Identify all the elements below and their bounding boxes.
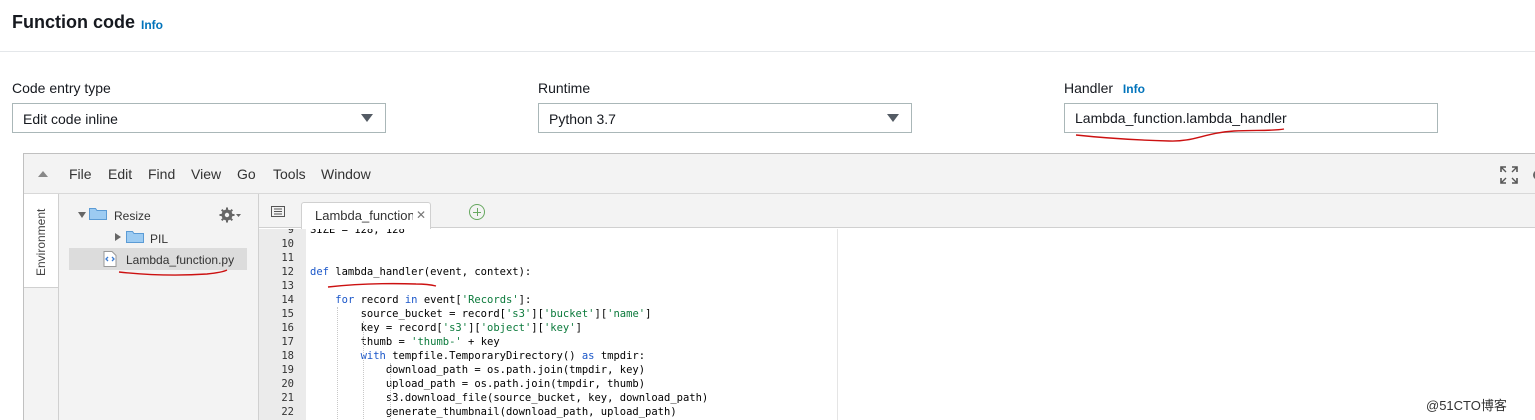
gear-icon[interactable] bbox=[219, 207, 241, 223]
menu-view[interactable]: View bbox=[191, 166, 221, 182]
code-line: download_path = os.path.join(tmpdir, key… bbox=[310, 364, 646, 376]
indent-guide bbox=[337, 307, 338, 419]
settings-gear-icon[interactable] bbox=[1529, 166, 1535, 184]
menu-tools[interactable]: Tools bbox=[273, 166, 306, 182]
collapse-icon[interactable] bbox=[38, 171, 48, 177]
line-number: 11 bbox=[281, 252, 294, 264]
code-entry-type-select[interactable]: Edit code inline bbox=[12, 103, 386, 133]
code-line: with tempfile.TemporaryDirectory() as tm… bbox=[360, 350, 646, 362]
code-line: upload_path = os.path.join(tmpdir, thumb… bbox=[310, 378, 646, 390]
code-line: thumb = 'thumb-' + key bbox=[310, 336, 500, 348]
handler-label-text: Handler bbox=[1064, 80, 1114, 96]
code-entry-type-value: Edit code inline bbox=[23, 111, 118, 127]
chevron-down-icon bbox=[361, 114, 373, 122]
line-number: 20 bbox=[281, 378, 294, 390]
code-line: for record in event['Records']: bbox=[335, 294, 532, 306]
menu-window[interactable]: Window bbox=[321, 166, 371, 182]
code-line: def lambda_handler(event, context): bbox=[310, 266, 532, 278]
line-number: 21 bbox=[281, 392, 294, 404]
line-number: 12 bbox=[281, 266, 294, 278]
section-header: Function code Info bbox=[0, 0, 1535, 52]
menu-edit[interactable]: Edit bbox=[108, 166, 132, 182]
code-entry-type-label: Code entry type bbox=[12, 80, 111, 96]
line-number: 9 bbox=[287, 229, 294, 236]
tree-item-label: Lambda_function.py bbox=[126, 253, 235, 267]
editor-empty-area[interactable] bbox=[838, 229, 1535, 420]
folder-icon bbox=[126, 231, 144, 243]
code-line: generate_thumbnail(download_path, upload… bbox=[310, 406, 677, 418]
expand-arrow-icon[interactable] bbox=[115, 233, 121, 241]
code-line: SIZE = 128, 128 bbox=[310, 229, 405, 236]
add-tab-icon[interactable] bbox=[469, 204, 485, 220]
line-number: 14 bbox=[281, 294, 294, 306]
fullscreen-icon[interactable] bbox=[1500, 166, 1518, 184]
indent-guide bbox=[363, 321, 364, 419]
line-number-gutter: 9 10 11 12 13 14 15 16 17 18 19 20 21 22 bbox=[259, 229, 306, 420]
indent-guide bbox=[390, 363, 391, 419]
code-editor-ide: File Edit Find View Go Tools Window Envi… bbox=[23, 153, 1535, 420]
handler-info-link[interactable]: Info bbox=[1123, 82, 1145, 96]
menu-find[interactable]: Find bbox=[148, 166, 175, 182]
editor-tab-lambda-function[interactable]: Lambda_function.py ✕ bbox=[301, 202, 431, 229]
python-file-icon bbox=[103, 251, 117, 267]
environment-tab-label: Environment bbox=[34, 208, 48, 276]
expand-arrow-icon[interactable] bbox=[78, 212, 86, 218]
section-title: Function code bbox=[12, 12, 135, 32]
close-icon[interactable]: ✕ bbox=[416, 208, 426, 222]
code-line: key = record['s3']['object']['key'] bbox=[310, 322, 582, 334]
code-editor[interactable]: SIZE = 128, 128 def lambda_handler(event,… bbox=[306, 229, 838, 420]
watermark: @51CTO博客 bbox=[1426, 398, 1507, 413]
tree-item-label: Resize bbox=[114, 209, 151, 223]
line-number: 15 bbox=[281, 308, 294, 320]
line-number: 22 bbox=[281, 406, 294, 418]
handler-input[interactable] bbox=[1064, 103, 1438, 133]
menu-go[interactable]: Go bbox=[237, 166, 256, 182]
handler-label: Handler Info bbox=[1064, 80, 1145, 96]
chevron-down-icon bbox=[887, 114, 899, 122]
runtime-select[interactable]: Python 3.7 bbox=[538, 103, 912, 133]
line-number: 19 bbox=[281, 364, 294, 376]
menu-file[interactable]: File bbox=[69, 166, 92, 182]
tree-item-lambda-file[interactable]: Lambda_function.py bbox=[69, 248, 247, 270]
line-number: 16 bbox=[281, 322, 294, 334]
runtime-label: Runtime bbox=[538, 80, 591, 96]
environment-strip bbox=[24, 288, 59, 420]
environment-tab[interactable]: Environment bbox=[24, 194, 59, 288]
editor-tab-label: Lambda_function.py bbox=[315, 208, 413, 223]
line-number: 17 bbox=[281, 336, 294, 348]
info-link[interactable]: Info bbox=[141, 18, 163, 32]
runtime-value: Python 3.7 bbox=[549, 111, 616, 127]
file-tree: Resize PIL Lambda_function.py bbox=[59, 194, 259, 420]
tree-item-resize[interactable]: Resize bbox=[59, 204, 259, 226]
tree-item-label: PIL bbox=[150, 232, 169, 246]
ide-menubar: File Edit Find View Go Tools Window bbox=[24, 154, 1535, 194]
tab-list-icon[interactable] bbox=[271, 206, 285, 217]
line-number: 18 bbox=[281, 350, 294, 362]
tree-item-pil[interactable]: PIL bbox=[59, 226, 259, 248]
line-number: 13 bbox=[281, 280, 294, 292]
line-number: 10 bbox=[281, 238, 294, 250]
editor-tab-bar: Lambda_function.py ✕ bbox=[259, 194, 1535, 229]
code-line: s3.download_file(source_bucket, key, dow… bbox=[310, 392, 709, 404]
code-line: source_bucket = record['s3']['bucket']['… bbox=[310, 308, 652, 320]
folder-icon bbox=[89, 208, 107, 220]
